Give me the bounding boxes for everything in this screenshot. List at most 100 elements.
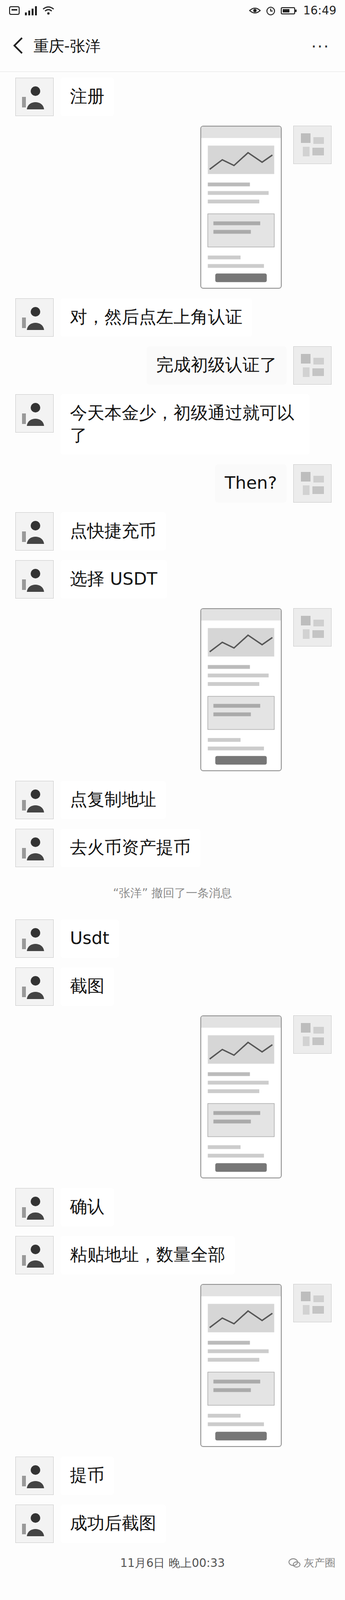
chat-header: 重庆-张洋 ··· [0,21,345,72]
pattern-avatar-icon [298,130,327,160]
contact-avatar[interactable] [15,1234,54,1274]
eye-icon [248,4,262,17]
pattern-avatar-icon [298,1019,327,1048]
contact-message-row: 成功后截图 [0,1503,345,1542]
person-avatar-icon [20,1191,49,1221]
my-message-row: 完成初级认证了 [0,345,345,385]
pattern-avatar-icon [298,350,327,380]
screenshot-drawing-icon [201,126,281,288]
screenshot-drawing-icon [201,608,281,770]
contact-message-row: 点快捷充币 [0,511,345,551]
contact-avatar[interactable] [15,77,54,116]
timestamp: 11月6日 晚上00:33 [120,1553,226,1570]
contact-avatar[interactable] [15,1503,54,1542]
my-avatar[interactable] [293,463,332,503]
chat-bubbles-icon [288,1556,301,1567]
contact-avatar[interactable] [15,393,54,433]
person-avatar-icon [20,1239,49,1269]
text-bubble[interactable]: 对，然后点左上角认证 [60,298,253,337]
text-bubble[interactable]: 粘贴地址，数量全部 [60,1234,235,1274]
contact-message-row: Usdt [0,918,345,957]
chat-screen: 16:49 重庆-张洋 ··· 注册对，然后点左上角认证完成初级认证了今天本金少，初级… [0,0,345,1599]
text-bubble[interactable]: 今天本金少，初级通过就可以了 [60,393,310,455]
text-bubble[interactable]: 注册 [60,77,115,116]
contact-avatar[interactable] [15,1455,54,1494]
screenshot-drawing-icon [201,1015,281,1177]
status-bar: 16:49 [0,0,345,22]
contact-avatar[interactable] [15,511,54,551]
back-button[interactable] [11,35,25,58]
my-avatar[interactable] [293,607,332,646]
person-avatar-icon [20,784,49,814]
contact-avatar[interactable] [15,918,54,957]
my-avatar[interactable] [293,1014,332,1053]
screenshot-drawing-icon [201,1283,281,1445]
text-bubble[interactable]: 成功后截图 [60,1503,166,1542]
my-avatar[interactable] [293,1282,332,1322]
person-avatar-icon [20,832,49,862]
person-avatar-icon [20,1460,49,1489]
person-avatar-icon [20,564,49,594]
image-message[interactable] [200,1014,282,1178]
contact-avatar[interactable] [15,1186,54,1226]
person-avatar-icon [20,82,49,112]
text-bubble[interactable]: 点快捷充币 [60,511,166,551]
person-avatar-icon [20,971,49,1001]
contact-avatar[interactable] [15,780,54,819]
contact-message-row: 注册 [0,77,345,116]
text-bubble[interactable]: 确认 [60,1186,115,1226]
status-right: 16:49 [248,3,337,18]
person-avatar-icon [20,923,49,953]
image-message[interactable] [200,125,282,289]
my-message-row: Then? [0,463,345,503]
my-message-row [0,607,345,771]
chat-title: 重庆-张洋 [33,35,299,58]
contact-message-row: 今天本金少，初级通过就可以了 [0,393,345,455]
text-bubble[interactable]: 完成初级认证了 [146,345,287,385]
watermark: 灰产圈 [288,1554,336,1569]
pattern-avatar-icon [298,1287,327,1317]
message-list: 注册对，然后点左上角认证完成初级认证了今天本金少，初级通过就可以了 Then? 点快… [0,71,345,1542]
text-bubble[interactable]: Usdt [60,918,119,957]
contact-avatar[interactable] [15,966,54,1005]
status-left [8,4,55,17]
contact-message-row: 点复制地址 [0,780,345,819]
my-message-row [0,125,345,289]
image-message[interactable] [200,1282,282,1446]
person-avatar-icon [20,516,49,546]
contact-message-row: 粘贴地址，数量全部 [0,1234,345,1274]
notification-icon [8,4,21,17]
text-bubble[interactable]: 去火币资产提币 [60,828,201,867]
person-avatar-icon [20,302,49,332]
contact-message-row: 确认 [0,1186,345,1226]
contact-message-row: 选择 USDT [0,559,345,598]
my-avatar[interactable] [293,125,332,164]
contact-message-row: 对，然后点左上角认证 [0,298,345,337]
signal-icon [23,4,39,17]
text-bubble[interactable]: 点复制地址 [60,780,166,819]
my-message-row [0,1282,345,1446]
text-bubble[interactable]: Then? [215,463,287,503]
image-message[interactable] [200,607,282,771]
my-avatar[interactable] [293,345,332,385]
pattern-avatar-icon [298,468,327,498]
contact-avatar[interactable] [15,559,54,598]
battery-icon [280,4,298,17]
pattern-avatar-icon [298,612,327,642]
alarm-icon [264,4,277,17]
recall-notice: “张洋” 撤回了一条消息 [0,875,345,909]
text-bubble[interactable]: 选择 USDT [60,559,167,598]
contact-avatar[interactable] [15,828,54,867]
person-avatar-icon [20,398,49,428]
contact-avatar[interactable] [15,298,54,337]
my-message-row [0,1014,345,1178]
contact-message-row: 提币 [0,1455,345,1494]
text-bubble[interactable]: 提币 [60,1455,115,1494]
chevron-left-icon [11,35,25,56]
clock: 16:49 [303,3,337,18]
contact-message-row: 去火币资产提币 [0,828,345,867]
screenshot-footer: 11月6日 晚上00:33 灰产圈 [0,1541,345,1579]
text-bubble[interactable]: 截图 [60,966,115,1005]
more-button[interactable]: ··· [307,36,334,57]
person-avatar-icon [20,1507,49,1537]
